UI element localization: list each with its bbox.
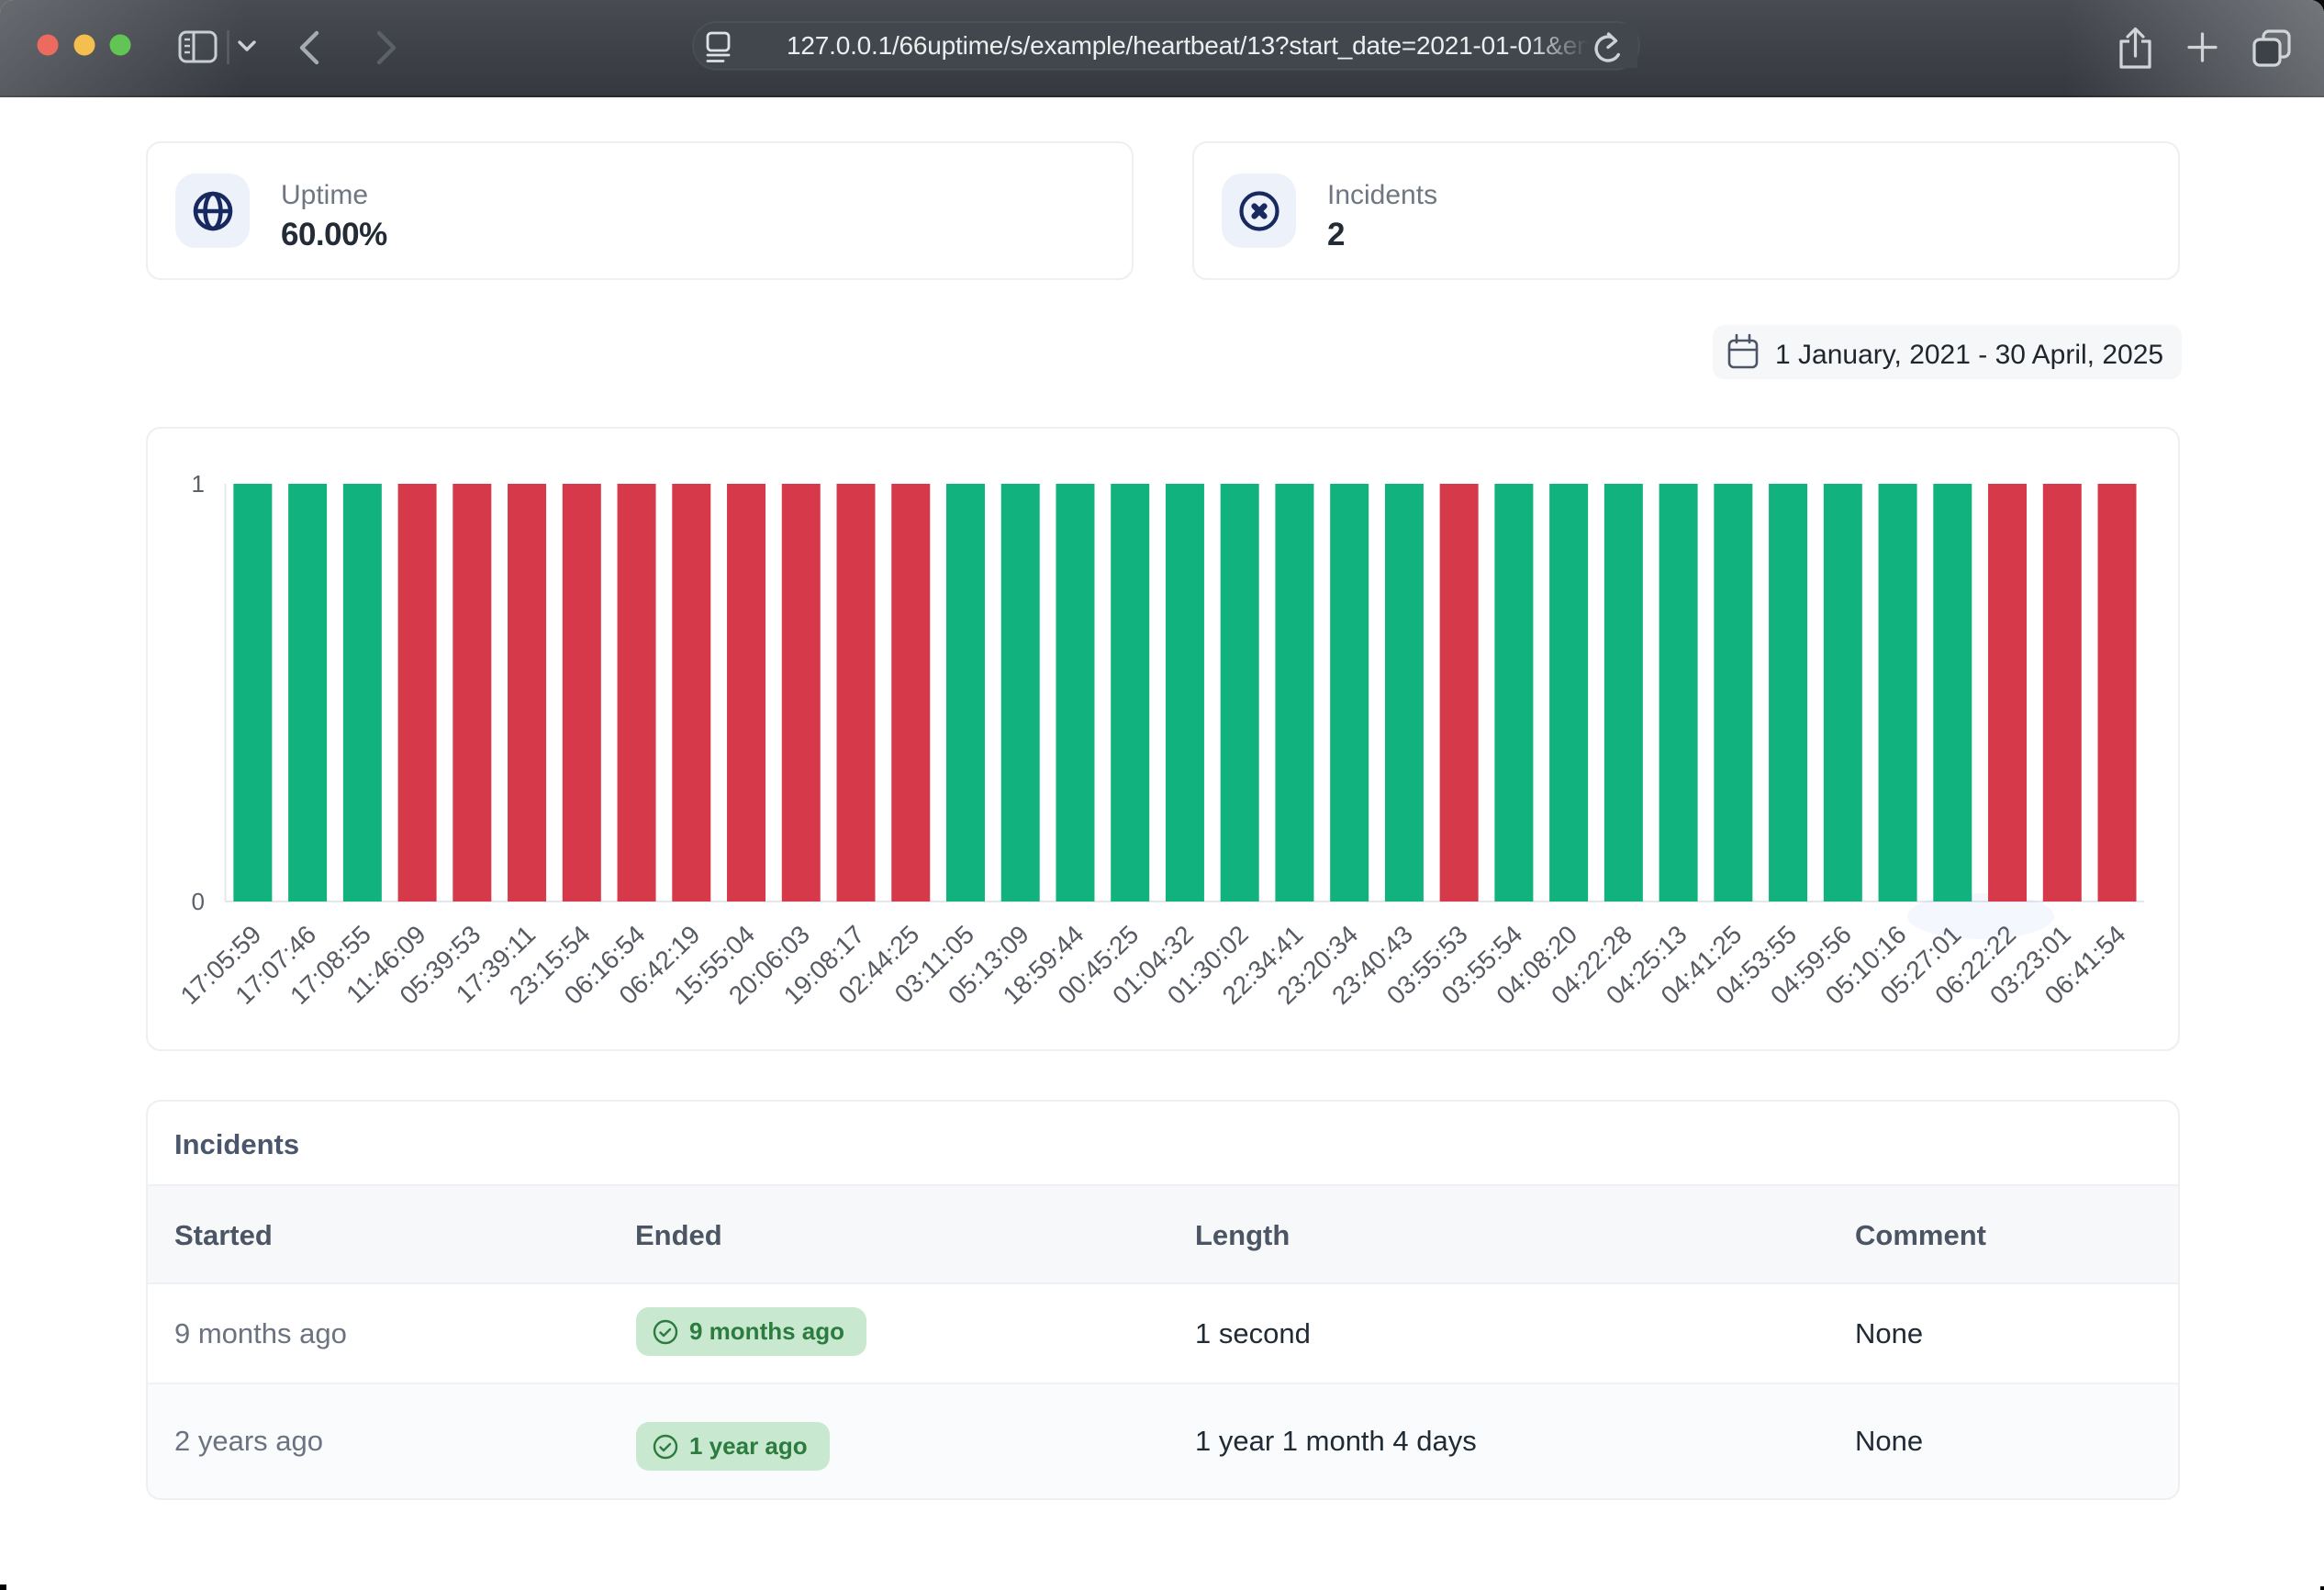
svg-text:127.0.0.1/66uptime/s/example/h: 127.0.0.1/66uptime/s/example/heartbeat/1…: [787, 31, 1605, 60]
